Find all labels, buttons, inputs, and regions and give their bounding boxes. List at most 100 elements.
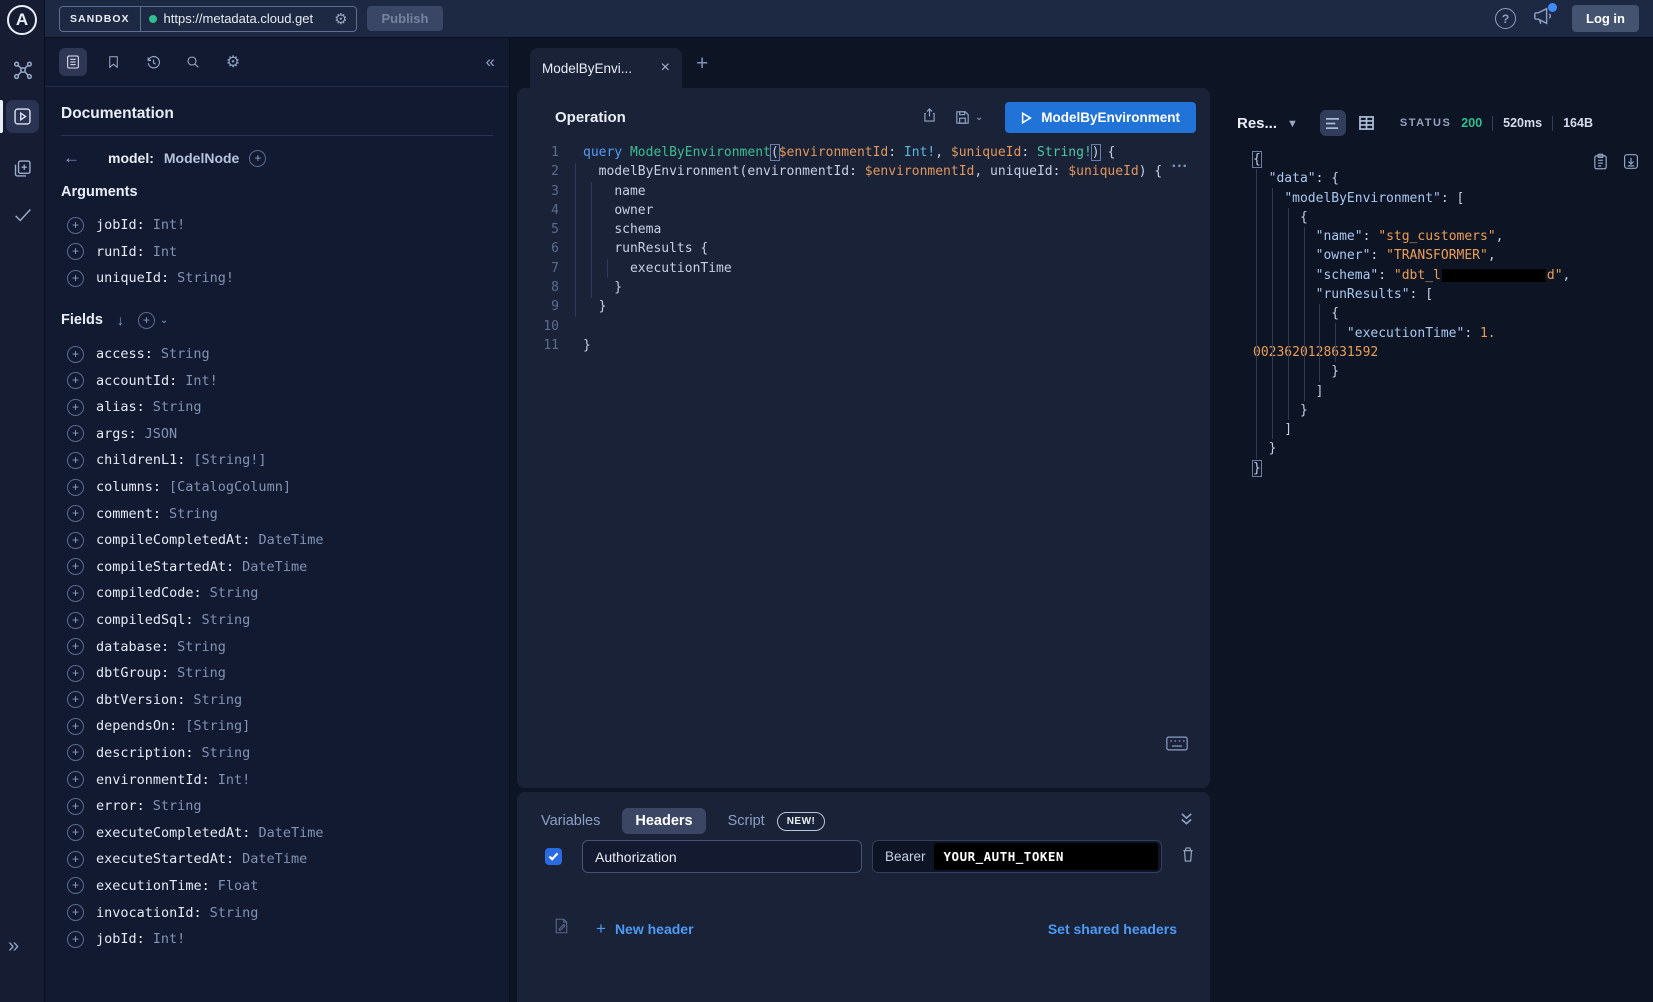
field-name[interactable]: access: xyxy=(96,346,153,362)
field-type[interactable]: String xyxy=(161,346,210,362)
add-field-to-query-button[interactable]: + xyxy=(67,851,84,868)
tab-script[interactable]: Script xyxy=(728,813,765,829)
add-field-to-query-button[interactable]: + xyxy=(67,638,84,655)
explorer-icon[interactable] xyxy=(6,100,39,133)
code-line[interactable]: } xyxy=(583,297,1180,316)
endpoint-url[interactable]: https://metadata.cloud.get xyxy=(164,11,328,26)
editor-code[interactable]: query ModelByEnvironment($environmentId:… xyxy=(583,143,1180,355)
tab-headers[interactable]: Headers xyxy=(622,808,705,834)
field-type[interactable]: String xyxy=(177,639,226,655)
announcements-megaphone-icon[interactable] xyxy=(1532,6,1554,31)
field-type[interactable]: DateTime xyxy=(242,559,307,575)
add-field-to-query-button[interactable]: + xyxy=(67,612,84,629)
search-icon[interactable] xyxy=(179,48,207,76)
field-name[interactable]: jobId: xyxy=(96,217,145,233)
field-type[interactable]: String! xyxy=(177,270,234,286)
field-name[interactable]: accountId: xyxy=(96,373,177,389)
auth-token-value[interactable]: YOUR_AUTH_TOKEN xyxy=(934,843,1158,870)
field-type[interactable]: DateTime xyxy=(258,825,323,841)
add-field-to-query-button[interactable]: + xyxy=(67,452,84,469)
field-name[interactable]: compileCompletedAt: xyxy=(96,532,250,548)
field-name[interactable]: columns: xyxy=(96,479,161,495)
add-field-to-query-button[interactable]: + xyxy=(67,505,84,522)
add-field-to-query-button[interactable]: + xyxy=(67,691,84,708)
collapse-panel-icon[interactable]: « xyxy=(486,52,495,72)
field-name[interactable]: compiledCode: xyxy=(96,585,202,601)
apollo-logo-icon[interactable]: A xyxy=(7,5,37,35)
code-line[interactable]: runResults { xyxy=(583,239,1180,258)
sort-fields-icon[interactable]: ↓ xyxy=(117,312,124,328)
table-view-icon[interactable] xyxy=(1354,110,1380,136)
share-operation-icon[interactable] xyxy=(921,106,938,129)
field-name[interactable]: database: xyxy=(96,639,169,655)
settings-gear-icon[interactable]: ⚙ xyxy=(219,48,247,76)
add-field-to-query-button[interactable]: + xyxy=(67,346,84,363)
field-name[interactable]: comment: xyxy=(96,506,161,522)
code-line[interactable] xyxy=(583,317,1180,336)
header-script-icon[interactable] xyxy=(553,917,570,940)
field-name[interactable]: executeStartedAt: xyxy=(96,851,234,867)
add-field-to-query-button[interactable]: + xyxy=(67,399,84,416)
header-key-input[interactable] xyxy=(582,840,862,873)
add-field-to-query-button[interactable]: + xyxy=(67,744,84,761)
field-type[interactable]: String xyxy=(210,585,259,601)
field-type[interactable]: String xyxy=(169,506,218,522)
bookmarks-icon[interactable] xyxy=(99,48,127,76)
add-field-to-query-button[interactable]: + xyxy=(67,877,84,894)
response-chevron-icon[interactable]: ▼ xyxy=(1287,118,1298,130)
add-field-to-query-button[interactable]: + xyxy=(67,217,84,234)
field-name[interactable]: dbtGroup: xyxy=(96,665,169,681)
add-all-fields-button[interactable]: + xyxy=(138,312,155,329)
field-name[interactable]: dbtVersion: xyxy=(96,692,185,708)
field-type[interactable]: [String!] xyxy=(193,452,266,468)
add-fields-chevron-icon[interactable]: ⌄ xyxy=(160,315,168,326)
field-name[interactable]: uniqueId: xyxy=(96,270,169,286)
header-value-input[interactable]: Bearer YOUR_AUTH_TOKEN xyxy=(872,840,1162,873)
add-field-to-query-button[interactable]: + xyxy=(67,425,84,442)
field-type[interactable]: String xyxy=(193,692,242,708)
field-type[interactable]: [String] xyxy=(185,718,250,734)
field-name[interactable]: invocationId: xyxy=(96,905,202,921)
editor-options-menu[interactable]: ... xyxy=(1172,154,1188,172)
field-type[interactable]: Int! xyxy=(153,931,186,947)
field-name[interactable]: description: xyxy=(96,745,194,761)
add-field-to-query-button[interactable]: + xyxy=(67,718,84,735)
field-type[interactable]: Int! xyxy=(218,772,251,788)
field-name[interactable]: environmentId: xyxy=(96,772,210,788)
endpoint-settings-gear-icon[interactable]: ⚙ xyxy=(334,10,347,28)
field-type[interactable]: JSON xyxy=(145,426,178,442)
schema-graph-icon[interactable] xyxy=(6,54,39,87)
set-shared-headers-link[interactable]: Set shared headers xyxy=(1048,921,1177,937)
add-field-to-query-button[interactable]: + xyxy=(67,904,84,921)
back-arrow-icon[interactable]: ← xyxy=(63,148,80,168)
code-line[interactable]: } xyxy=(583,336,1180,355)
collapse-footer-icon[interactable] xyxy=(1179,812,1194,831)
field-type[interactable]: String xyxy=(202,745,251,761)
field-type[interactable]: Int xyxy=(153,244,177,260)
field-type[interactable]: String xyxy=(153,399,202,415)
field-type[interactable]: String xyxy=(202,612,251,628)
field-name[interactable]: compiledSql: xyxy=(96,612,194,628)
new-tab-button[interactable]: + xyxy=(696,52,708,76)
code-line[interactable]: modelByEnvironment(environmentId: $envir… xyxy=(583,162,1180,181)
sandbox-collections-icon[interactable] xyxy=(6,152,39,185)
add-field-to-query-button[interactable]: + xyxy=(67,243,84,260)
header-enabled-checkbox[interactable] xyxy=(545,848,562,865)
add-field-to-query-button[interactable]: + xyxy=(67,824,84,841)
raw-view-icon[interactable] xyxy=(1320,110,1346,136)
field-type[interactable]: [CatalogColumn] xyxy=(169,479,291,495)
field-name[interactable]: executionTime: xyxy=(96,878,210,894)
run-operation-button[interactable]: ModelByEnvironment xyxy=(1005,102,1196,133)
field-type[interactable]: String xyxy=(177,665,226,681)
field-type[interactable]: Int! xyxy=(185,373,218,389)
add-field-to-query-button[interactable]: + xyxy=(67,479,84,496)
code-line[interactable]: owner xyxy=(583,201,1180,220)
documentation-tab-icon[interactable] xyxy=(59,48,87,76)
new-header-button[interactable]: + New header xyxy=(596,919,694,939)
operation-tab[interactable]: ModelByEnvi... × xyxy=(530,48,682,88)
field-name[interactable]: alias: xyxy=(96,399,145,415)
history-icon[interactable] xyxy=(139,48,167,76)
add-field-to-query-button[interactable]: + xyxy=(67,585,84,602)
expand-rail-icon[interactable]: » xyxy=(8,935,19,958)
field-name[interactable]: executeCompletedAt: xyxy=(96,825,250,841)
